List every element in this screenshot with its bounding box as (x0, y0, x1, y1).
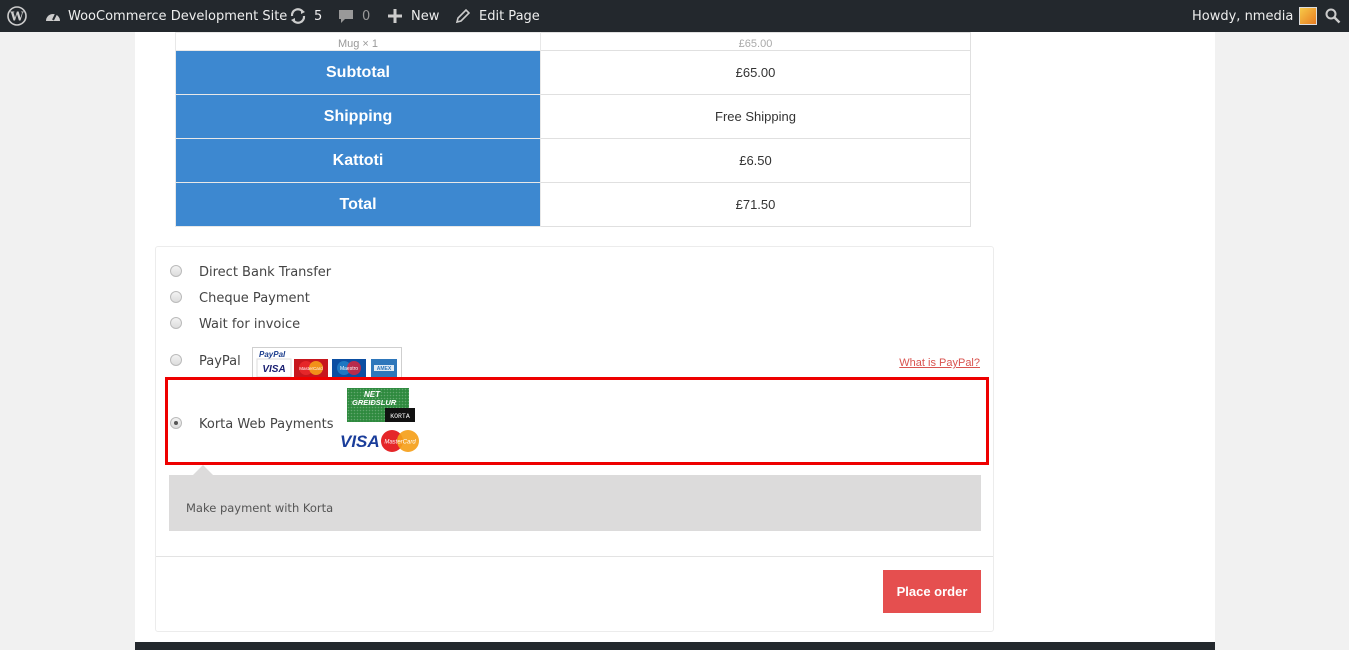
avatar (1299, 7, 1318, 25)
updates-menu[interactable]: 5 (289, 0, 322, 32)
table-row: Subtotal £65.00 (175, 50, 971, 95)
comment-bubble-icon (338, 8, 354, 24)
radio-paypal[interactable] (170, 354, 182, 366)
dashboard-icon (44, 8, 62, 24)
table-row: Shipping Free Shipping (175, 94, 971, 139)
payment-method-label[interactable]: Wait for invoice (199, 317, 300, 332)
new-content-menu[interactable]: New (388, 0, 439, 32)
order-totals-table: Mug × 1 £65.00 Subtotal £65.00 Shipping … (175, 32, 971, 227)
comments-count: 0 (362, 8, 371, 24)
edit-page-link[interactable]: Edit Page (455, 0, 540, 32)
radio-korta[interactable] (170, 417, 182, 429)
visa-logo: VISA (340, 432, 380, 451)
site-menu[interactable]: WooCommerce Development Site (44, 0, 287, 32)
shipping-label: Shipping (175, 94, 541, 139)
paypal-visa-card: VISA (262, 364, 285, 375)
payment-methods-box: Direct Bank Transfer Cheque Payment Wait… (155, 246, 994, 632)
subtotal-value: £65.00 (540, 50, 971, 95)
mastercard-logo: MasterCard (384, 440, 416, 446)
payment-method-label[interactable]: Cheque Payment (199, 291, 310, 306)
tax-value: £6.50 (540, 138, 971, 183)
svg-text:W: W (9, 10, 24, 24)
paypal-amex-card: AMEX (377, 366, 392, 372)
what-is-paypal-link[interactable]: What is PayPal? (899, 357, 980, 369)
table-row: Mug × 1 £65.00 (175, 32, 971, 51)
plus-icon (388, 9, 402, 23)
paypal-acceptance-logo: PayPal VISA MasterCard Maestro AMEX (252, 347, 402, 379)
comments-menu[interactable]: 0 (338, 0, 370, 32)
subtotal-label: Subtotal (175, 50, 541, 95)
korta-logo-line3: KORTA (390, 413, 410, 420)
howdy-text: Howdy, nmedia (1192, 8, 1294, 24)
product-total-cell: £65.00 (540, 32, 971, 51)
paypal-brand: PayPal (259, 350, 286, 359)
radio-bacs[interactable] (170, 265, 182, 277)
admin-bar: W WooCommerce Development Site 5 0 New E… (0, 0, 1349, 32)
account-menu[interactable]: Howdy, nmedia (1192, 0, 1318, 32)
edit-page-label: Edit Page (479, 8, 540, 24)
radio-cheque[interactable] (170, 291, 182, 303)
search-icon[interactable] (1325, 0, 1341, 32)
total-value: £71.50 (540, 182, 971, 227)
payment-method-bacs[interactable]: Direct Bank Transfer (156, 264, 656, 280)
shipping-value: Free Shipping (540, 94, 971, 139)
place-order-button[interactable]: Place order (883, 570, 981, 613)
payment-description-box: Make payment with Korta (169, 465, 981, 531)
wordpress-logo-icon[interactable]: W (7, 0, 27, 32)
site-name: WooCommerce Development Site (68, 8, 288, 24)
updates-icon (289, 7, 307, 25)
total-label: Total (175, 182, 541, 227)
footer-bar (135, 642, 1215, 650)
table-row: Total £71.50 (175, 182, 971, 227)
korta-logo: NET GREIÐSLUR KORTA (347, 388, 417, 424)
payment-method-invoice[interactable]: Wait for invoice (156, 316, 656, 332)
payment-method-label[interactable]: Direct Bank Transfer (199, 265, 331, 280)
korta-card-logos: VISA MasterCard (340, 428, 424, 454)
payment-method-label[interactable]: PayPal (199, 354, 241, 369)
new-label: New (411, 8, 440, 24)
payment-method-label[interactable]: Korta Web Payments (199, 417, 334, 432)
payment-method-korta[interactable]: Korta Web Payments (156, 416, 336, 432)
pencil-icon (455, 8, 470, 24)
payment-method-paypal[interactable]: PayPal (156, 353, 246, 369)
korta-logo-line2: GREIÐSLUR (352, 398, 397, 407)
divider (156, 556, 993, 557)
tax-label: Kattoti (175, 138, 541, 183)
paypal-mastercard-card: MasterCard (299, 366, 323, 371)
table-row: Kattoti £6.50 (175, 138, 971, 183)
product-name-cell: Mug × 1 (175, 32, 541, 51)
paypal-maestro-card: Maestro (340, 366, 358, 372)
updates-count: 5 (314, 8, 323, 24)
payment-method-cheque[interactable]: Cheque Payment (156, 290, 656, 306)
radio-invoice[interactable] (170, 317, 182, 329)
payment-description: Make payment with Korta (186, 501, 334, 515)
